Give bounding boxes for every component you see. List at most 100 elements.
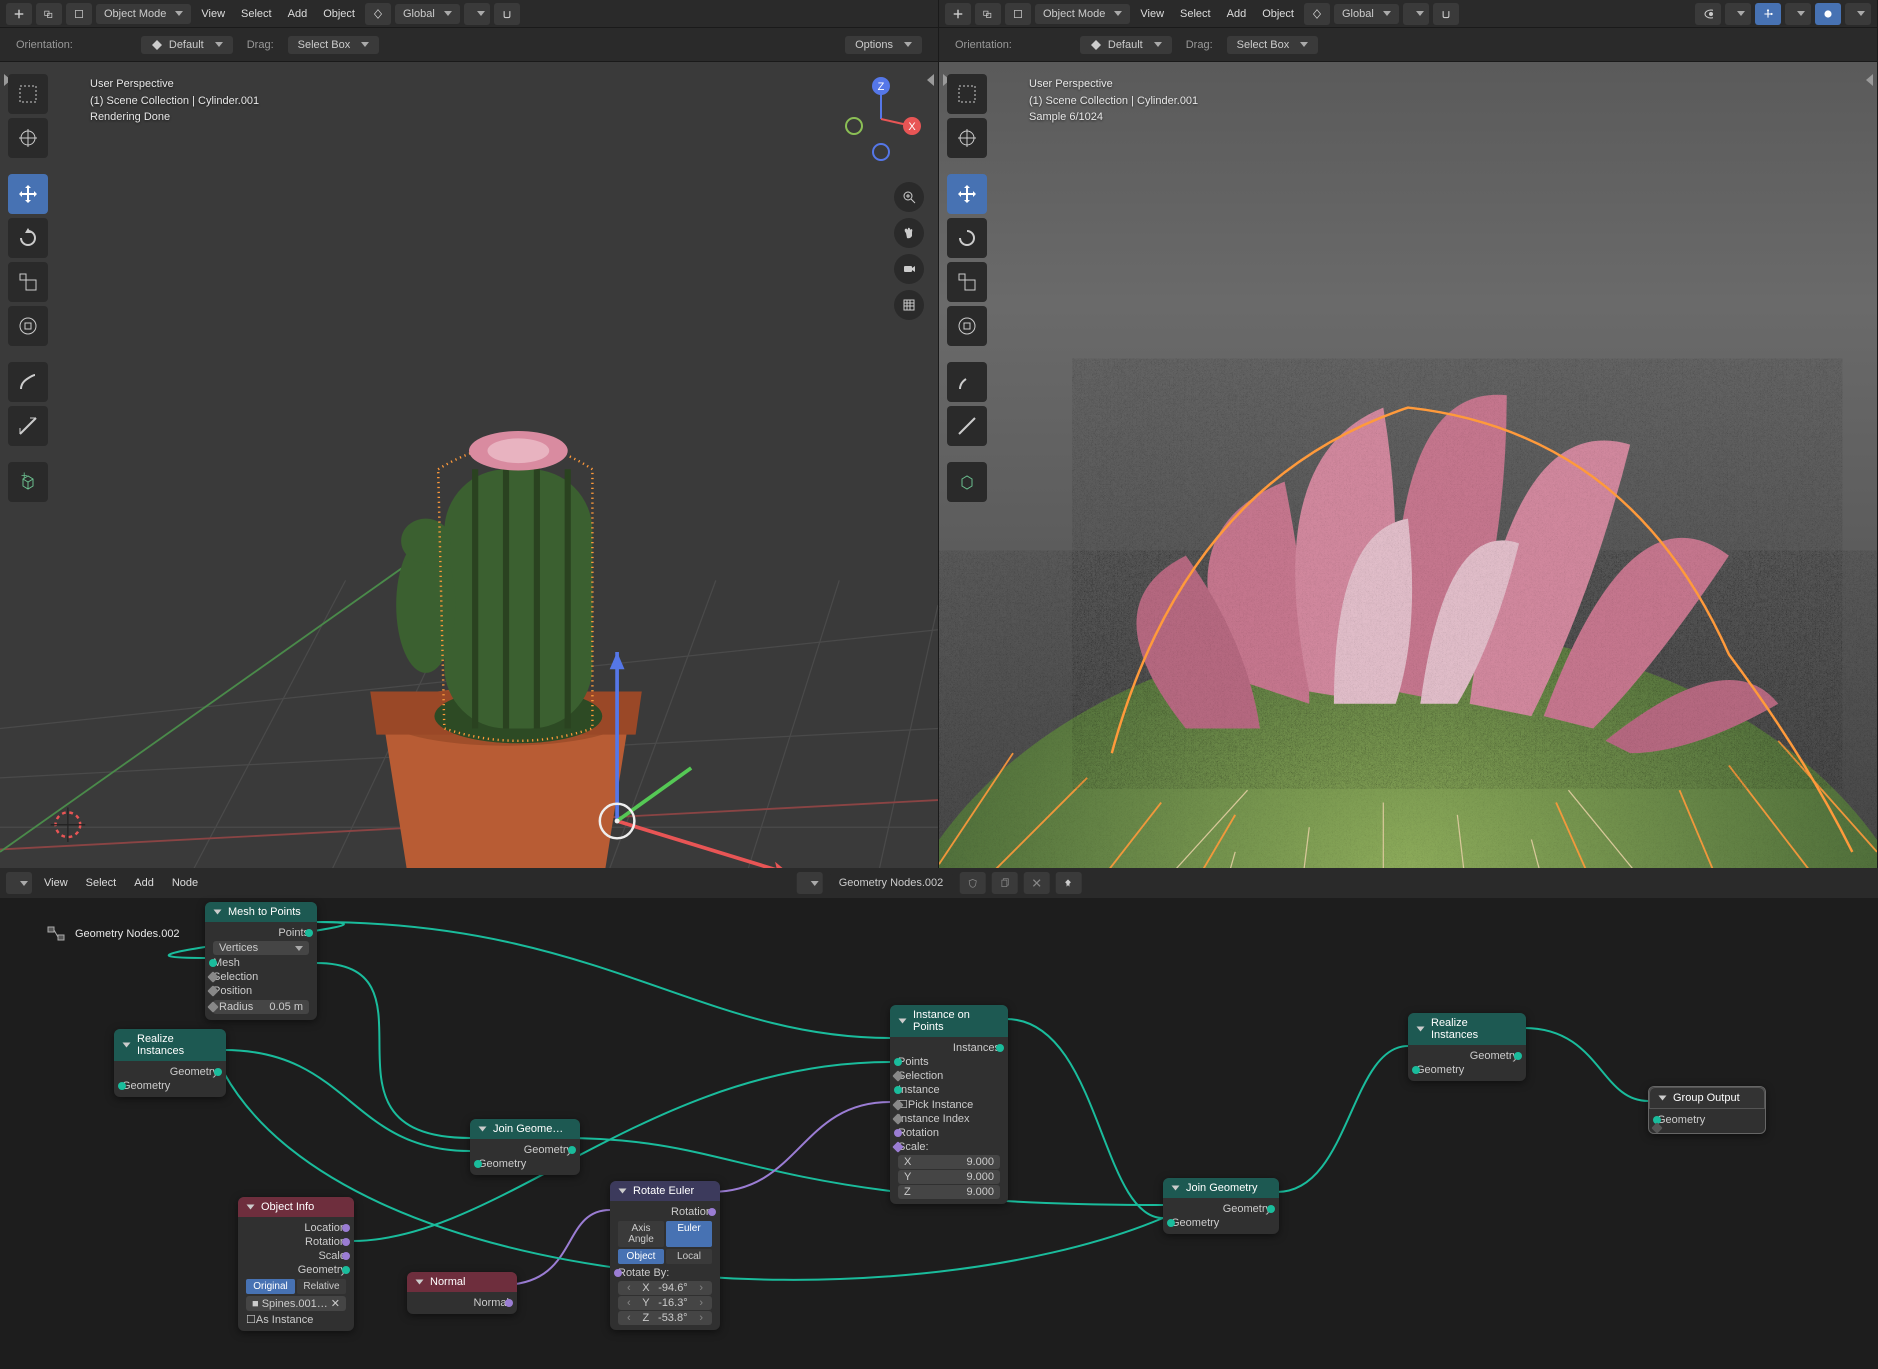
pick-instance-check[interactable]: Pick Instance xyxy=(908,1099,973,1111)
node-tree-type[interactable] xyxy=(797,872,823,894)
node-object-info[interactable]: Object Info Location Rotation Scale Geom… xyxy=(238,1197,354,1331)
node-mesh-to-points[interactable]: Mesh to Points Points Vertices Mesh Sele… xyxy=(205,902,317,1020)
orientation-value-drop[interactable]: Default xyxy=(141,36,233,54)
node-menu-add[interactable]: Add xyxy=(128,875,160,891)
node-header[interactable]: Join Geome… xyxy=(470,1119,580,1139)
node-menu-view[interactable]: View xyxy=(38,875,74,891)
orientation-dropdown[interactable]: Global xyxy=(395,4,460,24)
tool-measure[interactable] xyxy=(947,406,987,446)
node-header[interactable]: Realize Instances xyxy=(114,1029,226,1061)
radius-field[interactable]: Radius0.05 m xyxy=(213,1000,309,1014)
mode-icon-button[interactable] xyxy=(36,3,62,25)
editor-type-button[interactable] xyxy=(945,3,971,25)
pan-icon[interactable] xyxy=(894,218,924,248)
rotation-type-buttons[interactable]: Axis AngleEuler xyxy=(618,1221,712,1247)
as-instance-check[interactable]: As Instance xyxy=(256,1314,313,1326)
domain-dropdown[interactable]: Vertices xyxy=(213,941,309,955)
node-join-geometry-1[interactable]: Join Geome… Geometry Geometry xyxy=(470,1119,580,1175)
node-header[interactable]: Group Output xyxy=(1649,1087,1765,1109)
tool-scale[interactable] xyxy=(947,262,987,302)
pin-icon[interactable] xyxy=(1055,872,1081,894)
orientation-dropdown[interactable]: Global xyxy=(1334,4,1399,24)
scale-x[interactable]: X9.000 xyxy=(898,1155,1000,1169)
node-header[interactable]: Join Geometry xyxy=(1163,1178,1279,1198)
viewport-body-left[interactable]: + Z X User Perspective (1) Scene Collect… xyxy=(0,62,938,868)
node-realize-instances-2[interactable]: Realize Instances Geometry Geometry xyxy=(1408,1013,1526,1081)
menu-add[interactable]: Add xyxy=(1221,6,1253,22)
editor-type-button[interactable] xyxy=(6,872,32,894)
tool-add-cube[interactable] xyxy=(947,462,987,502)
tool-cursor[interactable] xyxy=(8,118,48,158)
snap-button[interactable] xyxy=(1433,3,1459,25)
node-group-output[interactable]: Group Output Geometry xyxy=(1648,1086,1766,1134)
tool-cursor[interactable] xyxy=(947,118,987,158)
close-icon[interactable] xyxy=(1023,872,1049,894)
node-header[interactable]: Instance on Points xyxy=(890,1005,1008,1037)
menu-select[interactable]: Select xyxy=(1174,6,1217,22)
node-menu-node[interactable]: Node xyxy=(166,875,204,891)
tool-rotate[interactable] xyxy=(947,218,987,258)
copy-icon[interactable] xyxy=(991,872,1017,894)
tool-select-box[interactable] xyxy=(947,74,987,114)
node-menu-select[interactable]: Select xyxy=(80,875,123,891)
node-rotate-euler[interactable]: Rotate Euler Rotation Axis AngleEuler Ob… xyxy=(610,1181,720,1330)
node-realize-instances-1[interactable]: Realize Instances Geometry Geometry xyxy=(114,1029,226,1097)
node-join-geometry-2[interactable]: Join Geometry Geometry Geometry xyxy=(1163,1178,1279,1234)
object-mode-icon[interactable] xyxy=(66,3,92,25)
tool-select-box[interactable] xyxy=(8,74,48,114)
tool-transform[interactable] xyxy=(8,306,48,346)
scale-z[interactable]: Z9.000 xyxy=(898,1185,1000,1199)
tree-name-field[interactable]: Geometry Nodes.002 xyxy=(829,874,954,892)
menu-view[interactable]: View xyxy=(195,6,231,22)
drag-value-drop[interactable]: Select Box xyxy=(1227,36,1319,54)
node-header[interactable]: Object Info xyxy=(238,1197,354,1217)
camera-icon[interactable] xyxy=(894,254,924,284)
nav-gizmo[interactable]: Z X xyxy=(836,74,926,164)
tool-move[interactable] xyxy=(947,174,987,214)
node-canvas[interactable]: Geometry Nodes.002 Mesh to Points Points… xyxy=(0,898,1878,1369)
object-mode-icon[interactable] xyxy=(1005,3,1031,25)
overlay-toggle[interactable] xyxy=(1725,3,1751,25)
node-header[interactable]: Normal xyxy=(407,1272,517,1292)
mode-icon-button[interactable] xyxy=(975,3,1001,25)
node-normal[interactable]: Normal Normal xyxy=(407,1272,517,1314)
perspective-icon[interactable] xyxy=(894,290,924,320)
tool-transform[interactable] xyxy=(947,306,987,346)
space-buttons[interactable]: ObjectLocal xyxy=(618,1249,712,1264)
tool-rotate[interactable] xyxy=(8,218,48,258)
drag-value-drop[interactable]: Select Box xyxy=(288,36,380,54)
transform-mode-buttons[interactable]: OriginalRelative xyxy=(246,1279,346,1294)
mode-dropdown[interactable]: Object Mode xyxy=(1035,4,1130,24)
mode-dropdown[interactable]: Object Mode xyxy=(96,4,191,24)
shield-icon[interactable] xyxy=(959,872,985,894)
options-drop[interactable]: Options xyxy=(845,36,922,54)
gizmo-toggle[interactable] xyxy=(1755,3,1781,25)
scale-y[interactable]: Y9.000 xyxy=(898,1170,1000,1184)
shading-drop[interactable] xyxy=(1845,3,1871,25)
tool-move[interactable] xyxy=(8,174,48,214)
rotate-y[interactable]: ‹Y-16.3°› xyxy=(618,1296,712,1310)
menu-object[interactable]: Object xyxy=(1256,6,1300,22)
node-header[interactable]: Mesh to Points xyxy=(205,902,317,922)
shading-rendered[interactable] xyxy=(1815,3,1841,25)
tool-annotate[interactable] xyxy=(8,362,48,402)
node-instance-on-points[interactable]: Instance on Points Instances Points Sele… xyxy=(890,1005,1008,1204)
menu-select[interactable]: Select xyxy=(235,6,278,22)
viewport-body-right[interactable]: User Perspective (1) Scene Collection | … xyxy=(939,62,1877,868)
node-header[interactable]: Realize Instances xyxy=(1408,1013,1526,1045)
object-picker[interactable]: ■Spines.001…✕ xyxy=(246,1296,346,1311)
pivot-dropdown[interactable] xyxy=(1403,3,1429,25)
gizmo-drop[interactable] xyxy=(1785,3,1811,25)
pivot-dropdown[interactable] xyxy=(464,3,490,25)
editor-type-button[interactable] xyxy=(6,3,32,25)
transform-icon[interactable] xyxy=(365,3,391,25)
tool-scale[interactable] xyxy=(8,262,48,302)
menu-object[interactable]: Object xyxy=(317,6,361,22)
zoom-icon[interactable] xyxy=(894,182,924,212)
snap-button[interactable] xyxy=(494,3,520,25)
rotate-z[interactable]: ‹Z-53.8°› xyxy=(618,1311,712,1325)
rotate-x[interactable]: ‹X-94.6°› xyxy=(618,1281,712,1295)
node-header[interactable]: Rotate Euler xyxy=(610,1181,720,1201)
tool-measure[interactable] xyxy=(8,406,48,446)
visibility-eye-icon[interactable] xyxy=(1695,3,1721,25)
